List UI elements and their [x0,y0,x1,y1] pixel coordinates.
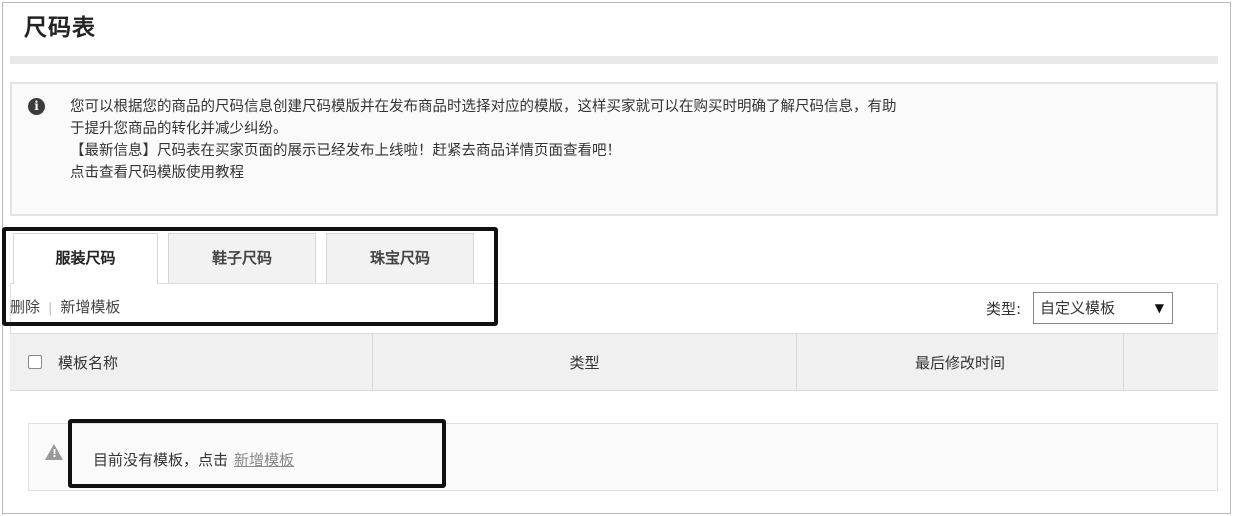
tab-clothing-size[interactable]: 服装尺码 [13,233,158,284]
caret-down-icon: ▼ [1154,301,1164,315]
empty-state: ! 目前没有模板，点击 新增模板 [28,423,1218,491]
warning-icon: ! [45,444,63,460]
page-title: 尺码表 [24,15,96,41]
delete-button[interactable]: 删除 [10,298,40,316]
tab-shoe-size[interactable]: 鞋子尺码 [168,233,316,283]
tab-jewelry-size[interactable]: 珠宝尺码 [326,233,474,283]
template-table-header: 模板名称 类型 最后修改时间 [10,333,1218,391]
add-template-button[interactable]: 新增模板 [60,298,120,316]
tutorial-link[interactable]: 点击查看尺码模版使用教程 [70,162,1190,184]
type-select-value: 自定义模板 [1040,299,1116,317]
empty-message: 目前没有模板，点击 [93,451,229,469]
column-last-modified: 最后修改时间 [797,334,1124,390]
notice-line-1: 您可以根据您的商品的尺码信息创建尺码模版并在发布商品时选择对应的模版，这样买家就… [70,99,897,115]
type-filter-label: 类型: [985,299,1021,318]
column-template-name: 模板名称 [10,334,373,390]
column-type: 类型 [373,334,797,390]
column-template-name-label: 模板名称 [58,353,119,372]
title-divider [10,56,1218,64]
empty-add-template-link[interactable]: 新增模板 [234,451,294,469]
empty-state-text: 目前没有模板，点击 新增模板 [93,449,294,470]
info-icon: i [28,98,45,115]
select-all-checkbox[interactable] [28,355,42,369]
action-separator: | [48,301,53,316]
type-select[interactable]: 自定义模板 ▼ [1033,292,1173,324]
type-filter: 类型: 自定义模板 ▼ [986,292,1173,324]
column-actions [1124,334,1218,390]
notice-latest-news: 【最新信息】尺码表在买家页面的展示已经发布上线啦！赶紧去商品详情页面查看吧！ [70,143,621,159]
info-notice: i 您可以根据您的商品的尺码信息创建尺码模版并在发布商品时选择对应的模版，这样买… [10,82,1218,216]
action-row: 删除 | 新增模板 [10,296,120,317]
notice-text: 您可以根据您的商品的尺码信息创建尺码模版并在发布商品时选择对应的模版，这样买家就… [70,96,1190,184]
notice-line-2: 于提升您商品的转化并减少纠纷。 [70,121,288,137]
